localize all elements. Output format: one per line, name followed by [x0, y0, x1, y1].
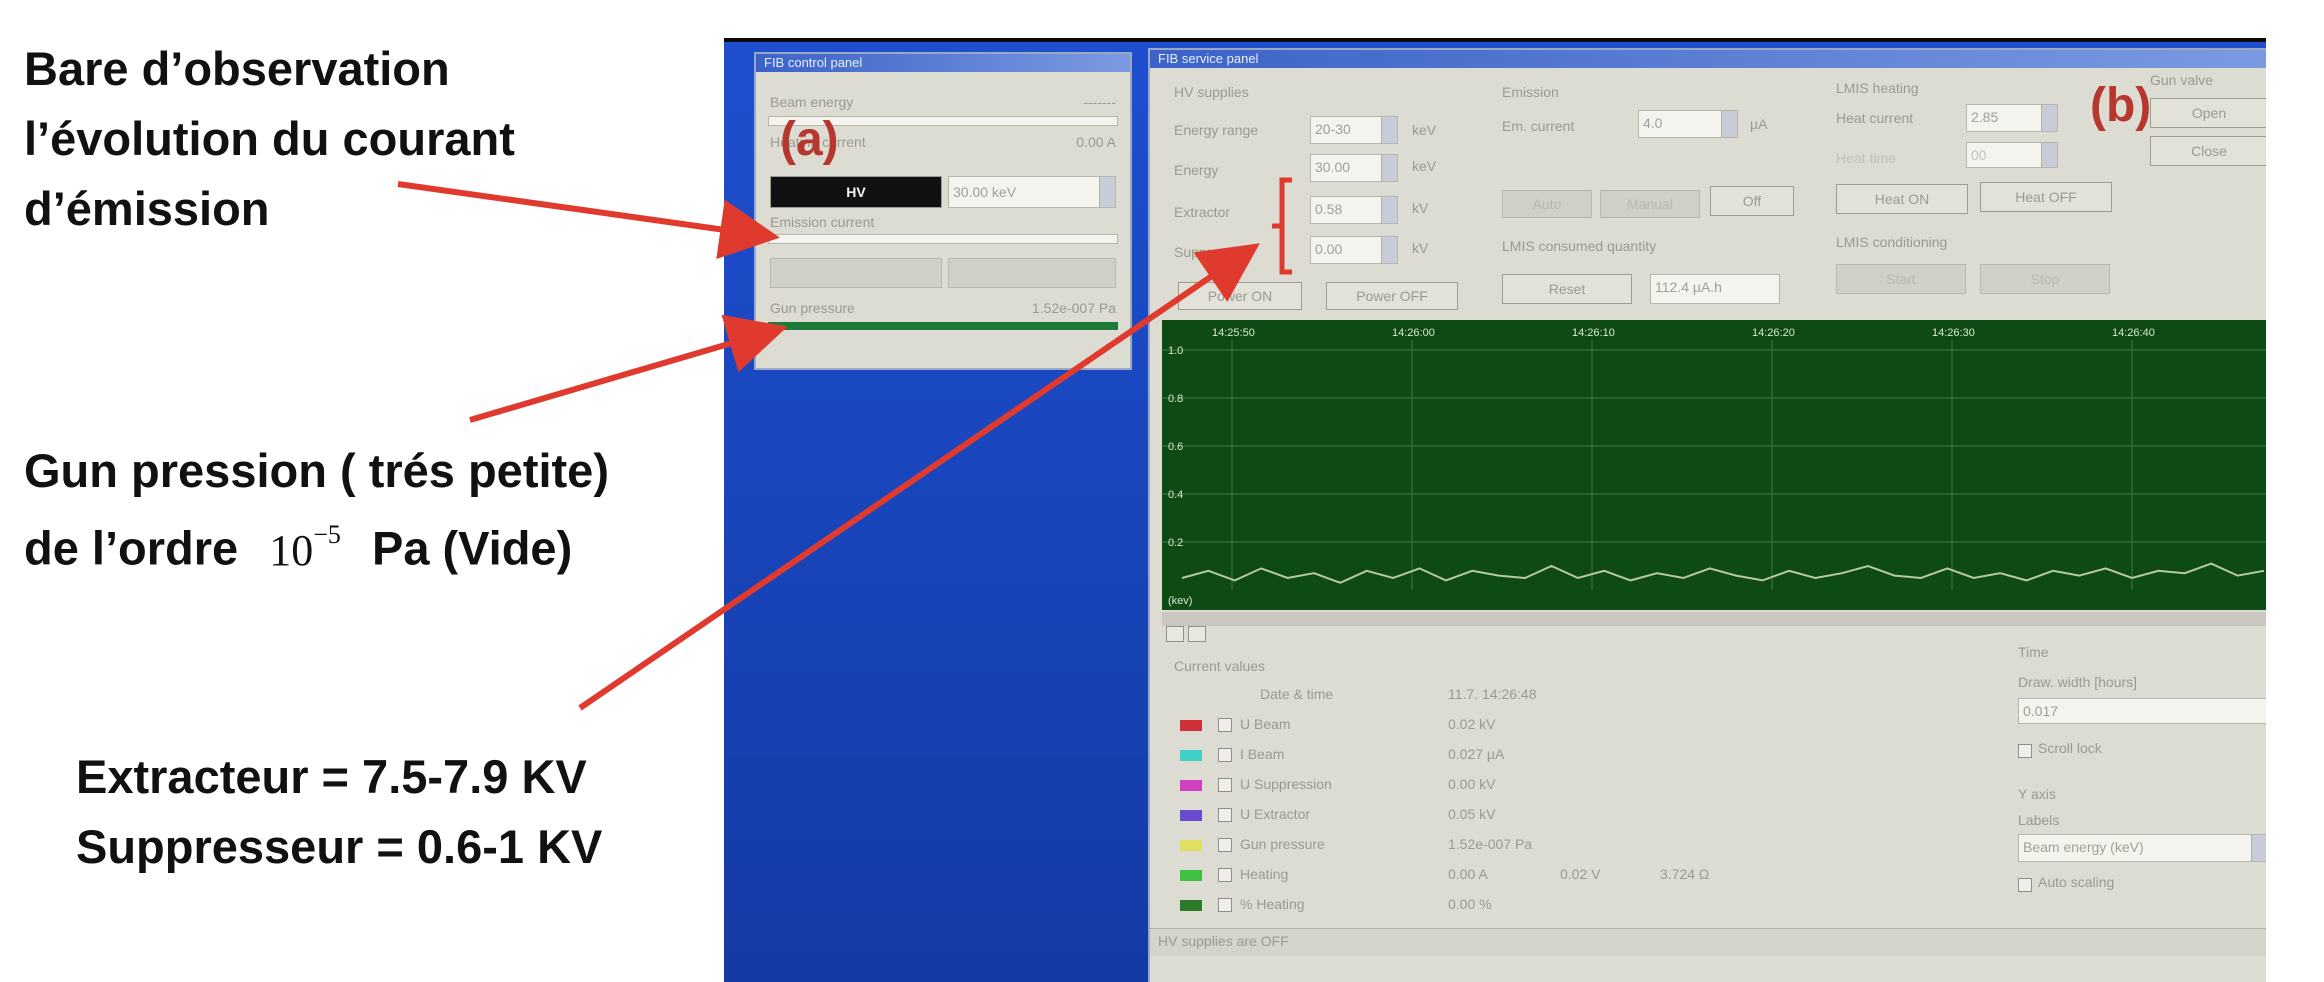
- arrow-to-extractor: [578, 243, 1260, 711]
- arrow-to-emission-bar: [397, 181, 780, 260]
- slide: Bare d’observation l’évolution du couran…: [0, 0, 2324, 982]
- arrow-to-gun-pressure: [469, 314, 788, 423]
- annotation-arrows: [397, 181, 1260, 711]
